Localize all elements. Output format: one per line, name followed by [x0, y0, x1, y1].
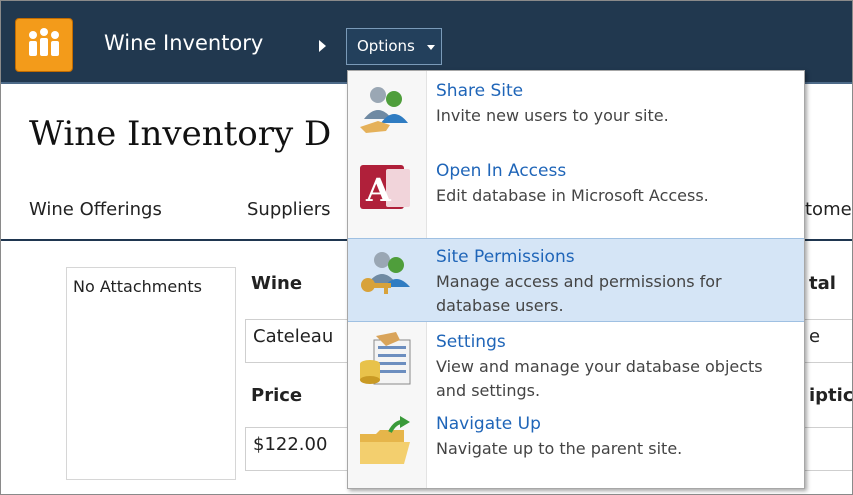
chevron-down-icon	[427, 45, 435, 50]
options-label: Options	[357, 37, 415, 55]
tab-suppliers[interactable]: Suppliers	[247, 199, 331, 220]
attachments-text: No Attachments	[73, 277, 202, 296]
price-label: Price	[251, 385, 303, 406]
total-label: tal	[809, 273, 836, 294]
open-in-access-description: Edit database in Microsoft Access.	[436, 186, 709, 205]
wine-field[interactable]: Cateleau	[245, 319, 355, 363]
total-field[interactable]: e	[801, 319, 852, 363]
settings-description: View and manage your database objects an…	[436, 357, 763, 400]
site-title-link[interactable]: Wine Inventory	[104, 31, 263, 55]
description-label: iptic	[809, 385, 853, 406]
site-permissions-description: Manage access and permissions for databa…	[436, 272, 722, 315]
menu-item-navigate-up[interactable]: Navigate Up Navigate up to the parent si…	[348, 406, 804, 486]
folder-up-icon	[356, 412, 416, 464]
breadcrumb-arrow-icon	[319, 40, 326, 52]
navigate-up-description: Navigate up to the parent site.	[436, 439, 683, 458]
wine-label: Wine	[251, 273, 303, 294]
attachments-box[interactable]: No Attachments	[66, 267, 236, 480]
price-field[interactable]: $122.00	[245, 427, 355, 471]
access-icon: A	[356, 159, 416, 209]
menu-item-site-permissions[interactable]: Site Permissions Manage access and permi…	[348, 238, 804, 322]
share-site-description: Invite new users to your site.	[436, 106, 669, 125]
description-field[interactable]	[801, 427, 852, 471]
page-title: Wine Inventory D	[29, 114, 332, 154]
settings-title: Settings	[436, 332, 506, 352]
svg-text:A: A	[365, 171, 392, 209]
share-site-title: Share Site	[436, 81, 524, 101]
navigate-up-title: Navigate Up	[436, 414, 541, 434]
share-site-icon	[356, 79, 416, 133]
site-logo-icon[interactable]	[15, 18, 73, 72]
site-permissions-title: Site Permissions	[436, 247, 575, 267]
app-window: Wine Inventory Options Wine Inventory D …	[0, 0, 853, 495]
tab-customers[interactable]: tome	[805, 199, 852, 220]
options-dropdown-menu: Share Site Invite new users to your site…	[347, 70, 805, 489]
settings-icon	[356, 330, 416, 385]
options-menu-button[interactable]: Options	[346, 28, 442, 65]
menu-item-open-in-access[interactable]: A Open In Access Edit database in Micros…	[348, 153, 804, 237]
tab-wine-offerings[interactable]: Wine Offerings	[29, 199, 162, 220]
key-users-icon	[356, 245, 416, 294]
menu-item-settings[interactable]: Settings View and manage your database o…	[348, 324, 804, 402]
open-in-access-title: Open In Access	[436, 161, 567, 181]
menu-item-share-site[interactable]: Share Site Invite new users to your site…	[348, 73, 804, 149]
